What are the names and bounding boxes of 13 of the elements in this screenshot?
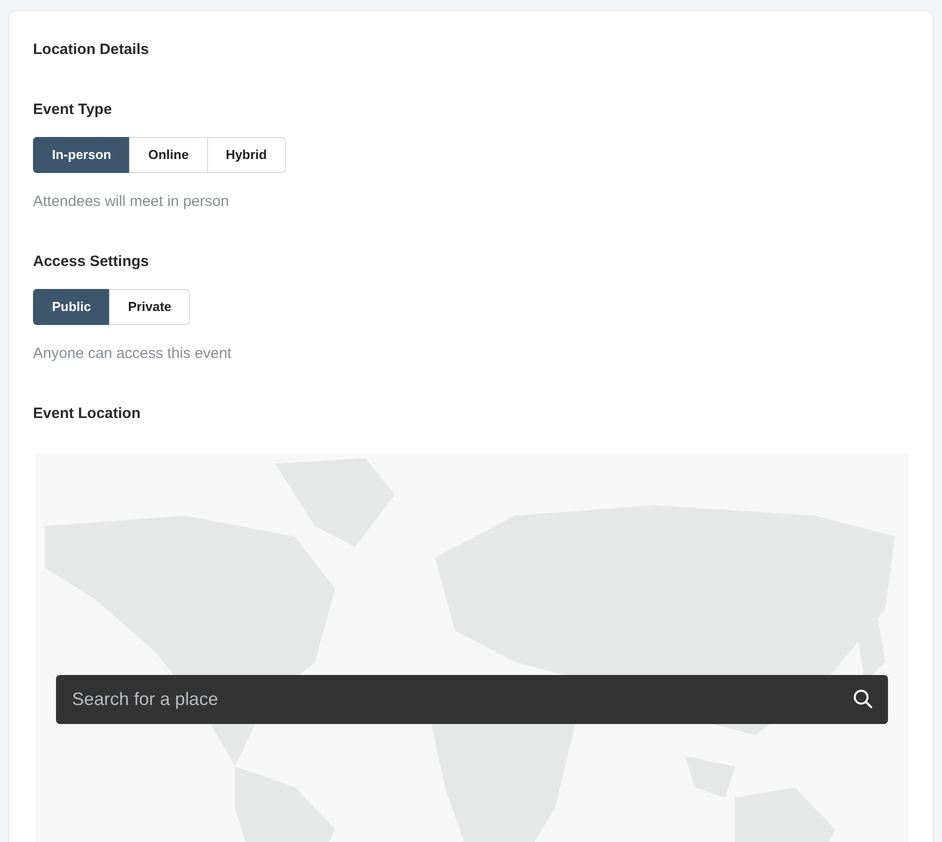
segment-tab[interactable]: In-person: [33, 137, 130, 173]
search-field[interactable]: Search for a place: [56, 675, 888, 724]
segment-tab[interactable]: Online: [129, 137, 208, 173]
hint-text: Attendees will meet in person: [33, 192, 230, 212]
hint-text: Anyone can access this event: [33, 344, 232, 364]
segment-tab[interactable]: Public: [33, 289, 110, 325]
search-icon[interactable]: [852, 688, 874, 710]
section-label: Event Location: [33, 404, 142, 424]
section-label: Access Settings: [33, 252, 150, 272]
section-label: Event Type: [33, 100, 113, 120]
segment-tab[interactable]: Hybrid: [206, 137, 286, 173]
card-title: Location Details: [33, 40, 150, 60]
segment-tab[interactable]: Private: [109, 289, 190, 325]
